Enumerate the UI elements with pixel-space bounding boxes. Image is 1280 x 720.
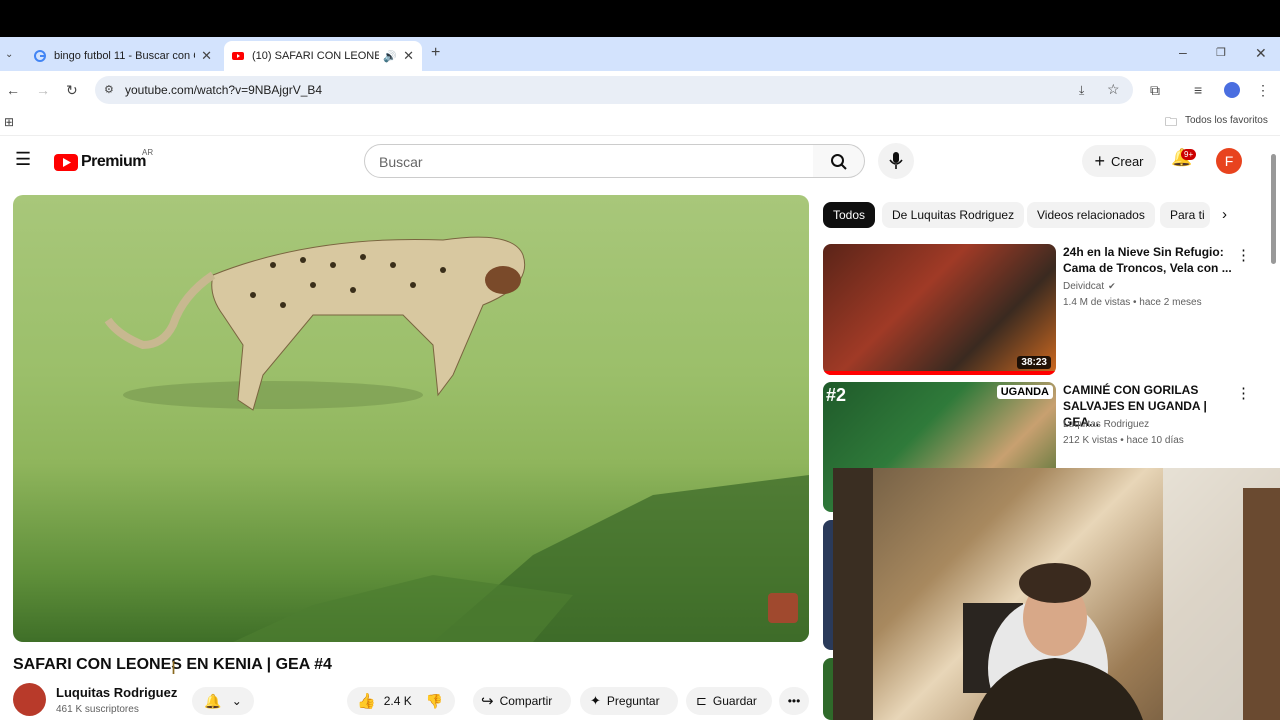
new-tab-icon[interactable]: + xyxy=(431,45,440,61)
recommendation-thumbnail-partial[interactable] xyxy=(823,520,833,650)
share-icon: ↪ xyxy=(481,693,494,710)
recommendation-thumbnail-partial[interactable] xyxy=(823,658,833,720)
thumbnail-country-badge: UGANDA xyxy=(996,385,1053,399)
apps-grid-icon[interactable]: ⊞ xyxy=(4,115,14,129)
install-app-icon[interactable]: ⤓ xyxy=(1079,83,1084,97)
browser-toolbar: ← → ↻ ⚙ youtube.com/watch?v=9NBAjgrV_B4 … xyxy=(0,71,1280,108)
bookmarks-bar: ⊞ 🗀 Todos los favoritos xyxy=(0,108,1280,136)
restore-window-icon[interactable]: ❐ xyxy=(1216,46,1226,60)
tab-search-chevron-icon[interactable]: ⌄ xyxy=(5,48,13,62)
browser-menu-icon[interactable]: ⋮ xyxy=(1256,83,1270,97)
chevron-down-icon: ⌄ xyxy=(231,694,242,708)
create-label: Crear xyxy=(1111,153,1144,169)
ask-button[interactable]: ✦ Preguntar xyxy=(580,687,678,715)
tab-title: (10) SAFARI CON LEONES E xyxy=(252,50,380,62)
recommendation-meta: 212 K vistas • hace 10 días xyxy=(1063,435,1184,446)
dislike-icon[interactable]: 👎 xyxy=(426,693,443,710)
share-label: Compartir xyxy=(499,694,553,708)
recommendation-channel[interactable]: Deividcat xyxy=(1063,281,1104,292)
save-button[interactable]: ⊏ Guardar xyxy=(686,687,772,715)
chips-next-icon[interactable]: › xyxy=(1222,206,1227,223)
youtube-icon xyxy=(232,52,244,60)
share-button[interactable]: ↪ Compartir xyxy=(473,687,571,715)
youtube-logo-icon xyxy=(54,153,78,171)
save-label: Guardar xyxy=(712,694,757,708)
recommendation-meta: 1.4 M de vistas • hace 2 meses xyxy=(1063,297,1202,308)
chip-related[interactable]: Videos relacionados xyxy=(1027,202,1155,228)
chip-all[interactable]: Todos xyxy=(823,202,876,228)
chip-from-channel[interactable]: De Luquitas Rodriguez xyxy=(882,202,1025,228)
media-control-icon[interactable]: ≡ xyxy=(1194,83,1202,97)
recommendation-channel[interactable]: Luquitas Rodriguez xyxy=(1063,419,1149,430)
user-avatar[interactable]: F xyxy=(1216,148,1242,174)
bookmarks-folder-label[interactable]: Todos los favoritos xyxy=(1185,115,1268,126)
hamburger-menu-icon[interactable]: ☰ xyxy=(15,150,31,168)
recommendation-title[interactable]: 24h en la Nieve Sin Refugio: Cama de Tro… xyxy=(1063,244,1233,276)
more-vertical-icon[interactable]: ⋮ xyxy=(1236,384,1251,402)
channel-name[interactable]: Luquitas Rodriguez xyxy=(56,685,177,700)
ask-label: Preguntar xyxy=(606,694,660,708)
screen-top-black-bar xyxy=(0,0,1280,37)
reload-icon[interactable]: ↻ xyxy=(66,83,78,97)
forward-icon[interactable]: → xyxy=(36,83,50,97)
bell-icon: 🔔 xyxy=(204,692,222,709)
folder-icon: 🗀 xyxy=(1165,115,1178,129)
close-tab-icon[interactable]: ✕ xyxy=(403,48,414,64)
search-placeholder: Buscar xyxy=(379,154,423,170)
search-input[interactable]: Buscar xyxy=(364,144,814,178)
video-player[interactable] xyxy=(13,195,809,642)
audio-playing-icon[interactable]: 🔊 xyxy=(383,50,397,63)
microphone-icon xyxy=(889,152,903,169)
tab-google-search[interactable]: bingo futbol 11 - Buscar con Go ✕ xyxy=(26,41,220,71)
leopard-video-frame xyxy=(104,236,809,642)
like-count[interactable]: 2.4 K xyxy=(384,694,412,708)
thumbnail-episode-badge: #2 xyxy=(826,385,847,405)
webcam-overlay xyxy=(833,468,1280,720)
more-vertical-icon[interactable]: ⋮ xyxy=(1236,246,1251,264)
search-icon xyxy=(831,154,847,170)
notification-count-badge: 9+ xyxy=(1181,149,1197,160)
create-button[interactable]: + Crear xyxy=(1082,145,1156,177)
more-horizontal-icon: ••• xyxy=(787,694,801,708)
search-button[interactable] xyxy=(813,144,865,178)
tab-youtube-video[interactable]: (10) SAFARI CON LEONES E 🔊 ✕ xyxy=(224,41,422,71)
like-dislike-group: 👍 2.4 K 👎 xyxy=(347,687,455,715)
channel-watermark-icon[interactable] xyxy=(768,593,798,623)
url-text: youtube.com/watch?v=9NBAjgrV_B4 xyxy=(125,83,323,97)
youtube-header: ☰ Premium AR Buscar + Crear 🔔 9+ F xyxy=(0,138,1280,184)
bookmark-star-icon[interactable]: ☆ xyxy=(1107,82,1120,96)
profile-avatar-icon[interactable] xyxy=(1224,82,1240,98)
back-icon[interactable]: ← xyxy=(6,83,20,97)
subscriber-count: 461 K suscriptores xyxy=(56,704,139,715)
youtube-premium-logo[interactable]: Premium xyxy=(54,153,146,171)
extensions-icon[interactable]: ⧉ xyxy=(1150,83,1160,97)
recommendation-thumbnail[interactable]: 38:23 xyxy=(823,244,1056,375)
video-duration: 38:23 xyxy=(1017,356,1051,369)
minimize-icon[interactable]: – xyxy=(1179,45,1187,59)
close-tab-icon[interactable]: ✕ xyxy=(201,48,212,64)
channel-avatar[interactable] xyxy=(13,683,46,716)
sparkle-icon: ✦ xyxy=(590,693,601,708)
logo-text: Premium xyxy=(81,153,146,170)
tab-title: bingo futbol 11 - Buscar con Go xyxy=(54,50,196,62)
site-info-icon[interactable]: ⚙ xyxy=(104,83,114,97)
save-bookmark-icon: ⊏ xyxy=(696,693,707,708)
text-cursor-icon: I xyxy=(171,658,177,678)
like-icon[interactable]: 👍 xyxy=(357,692,376,710)
watch-progress-bar xyxy=(823,371,1056,375)
region-code: AR xyxy=(142,148,154,157)
voice-search-button[interactable] xyxy=(878,143,914,179)
close-window-icon[interactable]: ✕ xyxy=(1255,46,1267,60)
browser-tab-strip: ⌄ bingo futbol 11 - Buscar con Go ✕ (10)… xyxy=(0,37,1280,71)
streamer-camera-feed xyxy=(833,468,1280,720)
plus-icon: + xyxy=(1094,150,1105,171)
chip-for-you[interactable]: Para ti xyxy=(1160,202,1210,228)
address-bar[interactable]: ⚙ youtube.com/watch?v=9NBAjgrV_B4 ⤓ ☆ xyxy=(95,76,1133,104)
google-icon xyxy=(34,50,46,62)
scrollbar-thumb[interactable] xyxy=(1271,154,1276,264)
subscription-bell-button[interactable]: 🔔 ⌄ xyxy=(192,687,254,715)
verified-icon: ✔ xyxy=(1108,281,1116,291)
more-actions-button[interactable]: ••• xyxy=(779,687,809,715)
